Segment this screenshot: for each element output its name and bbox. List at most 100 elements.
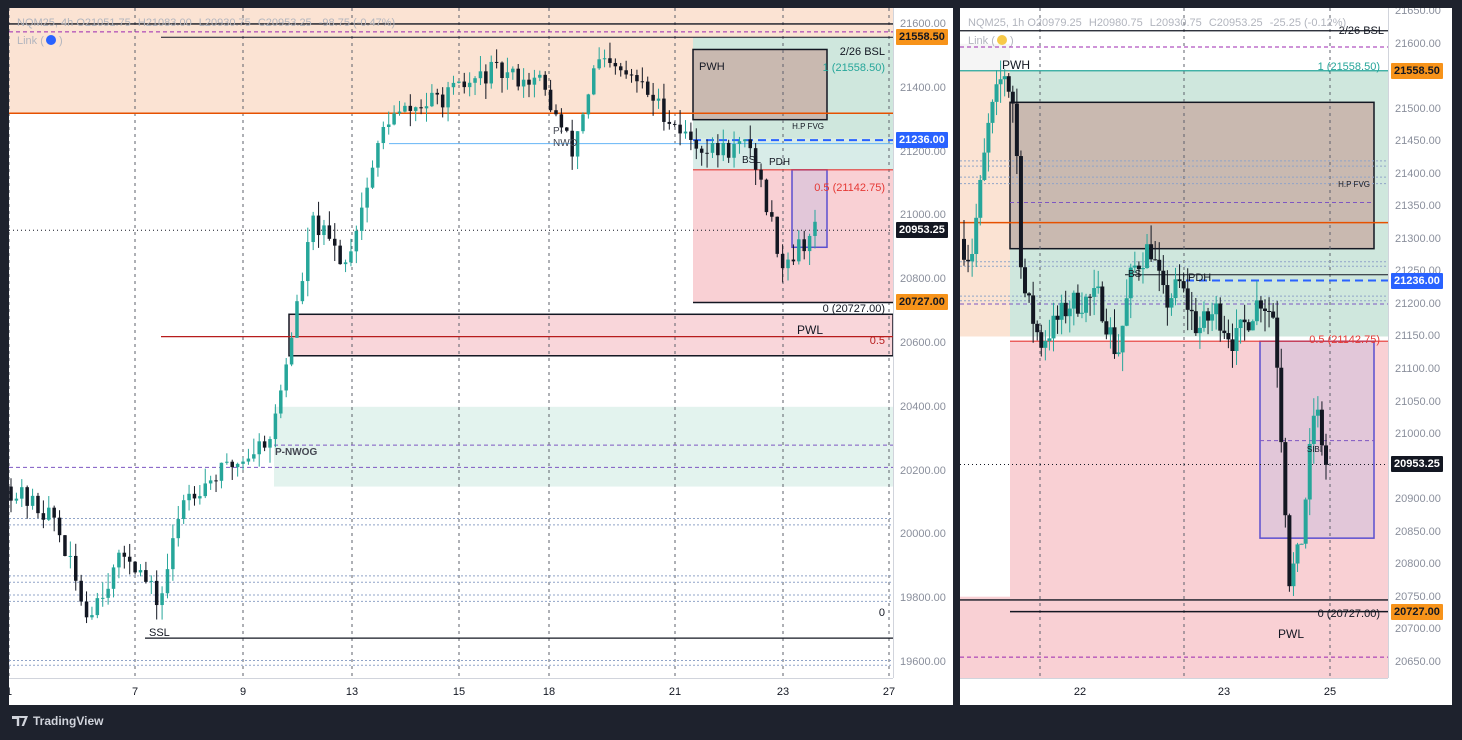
y-tick-label: 20000.00 (900, 528, 946, 541)
chart-panel-4h[interactable]: 2/26 BSL PWH 1 (21558.50) H.P FVG BSL PDH 0.5 … (9, 8, 953, 705)
c4h-candle (467, 82, 472, 88)
c4h-candle (284, 364, 288, 391)
c1h-candle (1177, 279, 1182, 282)
c4h-candle (57, 517, 62, 536)
c4h-candle (95, 598, 100, 616)
price-label[interactable]: 20727.00 (896, 294, 948, 311)
c4h-candle (473, 78, 477, 83)
c1h-candle (1287, 515, 1292, 587)
c4h-candle (511, 68, 515, 73)
c4h-candle (181, 500, 186, 520)
c4h-candle (662, 98, 666, 122)
c4h-candle (376, 143, 380, 168)
c1h-candle (998, 79, 1003, 85)
c4h-candle (775, 216, 779, 254)
c1h-candle (1023, 267, 1028, 294)
fib-1-label: 1 (21558.50) (823, 62, 885, 74)
c4h-candle (133, 561, 137, 573)
price-label[interactable]: 21236.00 (896, 132, 948, 149)
interval[interactable]: 4h (61, 17, 73, 29)
link-toggle[interactable]: Link ( ) (17, 35, 63, 47)
c1h-candle (1262, 308, 1267, 311)
c4h-candle (705, 152, 709, 154)
x-tick-label: 9 (239, 686, 247, 698)
chart-plot-4h[interactable]: 2/26 BSL PWH 1 (21558.50) H.P FVG BSL PDH 0.5 … (9, 8, 893, 678)
c4h-candle (127, 556, 132, 562)
price-label[interactable]: 20953.25 (896, 222, 948, 239)
c1h-candle (1230, 339, 1235, 351)
change-value: -25.25 (-0.12%) (1269, 17, 1347, 29)
price-axis-1h[interactable]: 21650.0021600.0021550.0021500.0021450.00… (1388, 8, 1452, 678)
c1h-candle (1059, 302, 1064, 320)
c4h-candle (624, 70, 628, 75)
c4h-candle (322, 225, 326, 236)
c4h-candle (532, 77, 537, 85)
c1h-candle (1242, 319, 1247, 323)
price-label[interactable]: 20953.25 (1391, 456, 1443, 473)
c4h-candle (74, 555, 78, 581)
c4h-candle (381, 127, 386, 144)
price-label[interactable]: 21558.50 (1391, 62, 1443, 79)
y-tick-label: 21050.00 (1395, 395, 1441, 408)
c4h-candle (268, 439, 272, 448)
price-axis-4h[interactable]: 21600.00 21400.00 21200.00 21000.00 20800.00… (893, 8, 953, 678)
c1h-candle (1067, 308, 1072, 317)
symbol-name[interactable]: NQM25 (968, 17, 1006, 29)
open-value: 20979.25 (1035, 17, 1082, 29)
c1h-candle (1006, 76, 1011, 92)
c4h-candle (392, 113, 396, 125)
c1h-candle (1246, 322, 1251, 331)
c1h-candle (1153, 259, 1158, 261)
pdh-label: PDH (769, 157, 790, 168)
symbol-name[interactable]: NQM25 (17, 17, 55, 29)
hp-fvg-label: H.P FVG (1338, 180, 1370, 189)
c1h-candle (1291, 563, 1296, 587)
c4h-candle (419, 107, 423, 109)
link-close: ) (58, 35, 63, 47)
price-label[interactable]: 21558.50 (896, 29, 948, 46)
c1h-candle (1226, 333, 1231, 340)
c4h-candle (608, 58, 612, 63)
bsl-label: 2/26 BSL (840, 46, 885, 58)
c4h-candle (618, 66, 623, 71)
link-close: ) (1009, 35, 1014, 47)
c4h-candle (63, 535, 67, 556)
change-value: -98.75 (-0.47%) (318, 17, 396, 29)
x-tick-label: 1 (9, 686, 12, 698)
c4h-candle (365, 187, 369, 208)
time-axis-4h[interactable]: 1 7 9 13 15 18 21 23 27 (9, 678, 895, 705)
c4h-candle (20, 487, 24, 499)
tradingview-brand[interactable]: TradingView (12, 714, 103, 728)
c4h-candle (446, 87, 450, 108)
y-tick-label: 21000.00 (900, 209, 946, 222)
c4h-candle (780, 253, 785, 269)
c4h-candle (257, 441, 261, 455)
c1h-candle (1002, 76, 1007, 80)
hp-fvg-label: H.P FVG (792, 122, 824, 131)
c4h-candle (52, 507, 56, 518)
c4h-candle (68, 555, 73, 557)
price-label[interactable]: 20727.00 (1391, 603, 1443, 620)
y-tick-label: 20200.00 (900, 464, 946, 477)
interval[interactable]: 1h (1012, 17, 1024, 29)
chart-panel-1h[interactable]: 2/26 BSL PWH 1 (21558.50) H.P FVG BS PDH 0.5 (… (960, 8, 1452, 705)
c4h-candle (397, 111, 402, 114)
c1h-candle (1132, 265, 1137, 268)
price-label[interactable]: 21236.00 (1391, 272, 1443, 289)
c4h-candle (451, 82, 456, 88)
c1h-candle (1206, 311, 1211, 321)
c1h-candle (1104, 321, 1109, 335)
c4h-candle (521, 79, 526, 87)
c4h-candle (613, 62, 618, 67)
c1h-candle (1238, 319, 1243, 329)
link-toggle[interactable]: Link ( ) (968, 35, 1014, 47)
c4h-candle (737, 141, 742, 144)
chart-plot-1h[interactable]: 2/26 BSLPWH 1 (21558.50)H.P FVGBS PDH0.5 (… (960, 8, 1388, 678)
c4h-candle (144, 570, 148, 582)
time-axis-1h[interactable]: 22 23 25 (960, 678, 1388, 705)
c1h-candle (1311, 415, 1316, 444)
c1h-candle (1018, 156, 1023, 268)
c1h-candle (1218, 303, 1223, 331)
c4h-candle (279, 390, 283, 414)
fib-0-label: 0 (20727.00) (1318, 608, 1380, 620)
